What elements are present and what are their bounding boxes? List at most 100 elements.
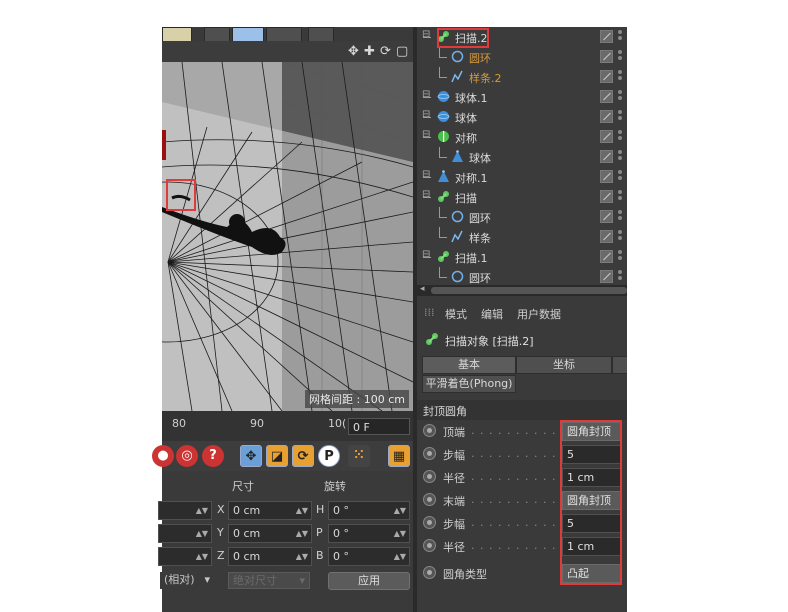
tab-coordinates[interactable]: 坐标 xyxy=(516,356,612,374)
object-row[interactable]: ⊟ 球体.1 xyxy=(417,87,627,107)
render-dots-icon[interactable] xyxy=(618,130,622,144)
size-x-field[interactable]: 0 cm ▲▼ xyxy=(228,501,312,520)
visibility-toggle[interactable] xyxy=(600,90,613,103)
animate-radio[interactable] xyxy=(423,516,436,529)
camera-tool-button[interactable] xyxy=(266,27,302,42)
animate-radio[interactable] xyxy=(423,470,436,483)
object-row[interactable]: 圆环 xyxy=(417,267,627,285)
animate-radio[interactable] xyxy=(423,447,436,460)
render-dots-icon[interactable] xyxy=(618,190,622,204)
help-icon[interactable]: ? xyxy=(202,445,224,467)
render-dots-icon[interactable] xyxy=(618,210,622,224)
visibility-toggle[interactable] xyxy=(600,210,613,223)
tree-expander-icon[interactable]: ⊟ xyxy=(422,249,430,260)
object-row[interactable]: 圆环 xyxy=(417,47,627,67)
tab-more[interactable] xyxy=(612,356,627,374)
visibility-toggle[interactable] xyxy=(600,230,613,243)
render-dots-icon[interactable] xyxy=(618,50,622,64)
rotation-b-field[interactable]: 0 ° ▲▼ xyxy=(328,547,410,566)
size-z-field[interactable]: 0 cm ▲▼ xyxy=(228,547,312,566)
tree-expander-icon[interactable]: ⊟ xyxy=(422,189,430,200)
point-level-icon[interactable]: ⁙ xyxy=(348,445,370,467)
animate-radio[interactable] xyxy=(423,539,436,552)
visibility-toggle[interactable] xyxy=(600,30,613,43)
light-tool-button[interactable] xyxy=(308,27,334,42)
position-x-field[interactable]: ▲▼ xyxy=(158,501,212,520)
rotation-h-field[interactable]: 0 ° ▲▼ xyxy=(328,501,410,520)
current-frame-field[interactable]: 0 F xyxy=(348,418,410,435)
view-layout-button[interactable] xyxy=(232,27,264,42)
tree-expander-icon[interactable]: ⊟ xyxy=(422,89,430,100)
rotate-tool-icon[interactable]: ⟳ xyxy=(292,445,314,467)
tab-basic[interactable]: 基本 xyxy=(422,356,516,374)
visibility-toggle[interactable] xyxy=(600,110,613,123)
toolbar-button[interactable] xyxy=(162,27,192,42)
size-mode-dropdown[interactable]: 绝对尺寸 ▾ xyxy=(228,572,310,589)
render-dots-icon[interactable] xyxy=(618,90,622,104)
object-title-text: 扫描对象 [扫描.2] xyxy=(445,335,534,348)
scale-tool-icon[interactable]: ◪ xyxy=(266,445,288,467)
rotation-axis-label: B xyxy=(316,549,324,562)
film-strip-icon[interactable]: ▦ xyxy=(388,445,410,467)
object-row[interactable]: 球体 xyxy=(417,147,627,167)
object-row[interactable]: ⊟ 扫描.1 xyxy=(417,247,627,267)
record-icon[interactable]: ● xyxy=(152,445,174,467)
3d-viewport[interactable]: 网格间距 : 100 cm xyxy=(162,62,413,411)
move-tool-icon[interactable]: ✥ xyxy=(240,445,262,467)
cube-tool-button[interactable] xyxy=(204,27,230,42)
apply-button[interactable]: 应用 xyxy=(328,572,410,590)
visibility-toggle[interactable] xyxy=(600,50,613,63)
render-dots-icon[interactable] xyxy=(618,230,622,244)
visibility-toggle[interactable] xyxy=(600,70,613,83)
object-row[interactable]: ⊟ 球体 xyxy=(417,107,627,127)
visibility-toggle[interactable] xyxy=(600,170,613,183)
object-manager: ⊟ 扫描.2 圆环 样条.2 ⊟ 球体.1 ⊟ 球体 ⊟ 对称 球体 ⊟ 对称.1 ⊟ 扫描 圆环 样条 ⊟ 扫描.… xyxy=(417,27,627,285)
tree-expander-icon[interactable]: ⊟ xyxy=(422,109,430,120)
visibility-toggle[interactable] xyxy=(600,250,613,263)
object-row[interactable]: ⊟ 扫描 xyxy=(417,187,627,207)
scrollbar-thumb[interactable] xyxy=(431,287,627,294)
auto-key-icon[interactable]: ◎ xyxy=(176,445,198,467)
render-dots-icon[interactable] xyxy=(618,270,622,284)
object-row[interactable]: 样条.2 xyxy=(417,67,627,87)
parameter-key-icon[interactable]: P xyxy=(318,445,340,467)
size-y-field[interactable]: 0 cm ▲▼ xyxy=(228,524,312,543)
tab-phong[interactable]: 平滑着色(Phong) xyxy=(422,375,516,393)
zoom-view-icon[interactable]: ✚ xyxy=(364,44,375,59)
object-row[interactable]: ⊟ 对称.1 xyxy=(417,167,627,187)
render-dots-icon[interactable] xyxy=(618,110,622,124)
position-y-field[interactable]: ▲▼ xyxy=(158,524,212,543)
object-row[interactable]: ⊟ 对称 xyxy=(417,127,627,147)
object-manager-scrollbar[interactable]: ◂ xyxy=(417,284,627,296)
visibility-toggle[interactable] xyxy=(600,270,613,283)
coordinate-mode-dropdown[interactable]: (相对) ▾ xyxy=(160,572,214,589)
render-dots-icon[interactable] xyxy=(618,250,622,264)
object-row[interactable]: 样条 xyxy=(417,227,627,247)
tree-expander-icon[interactable]: ⊟ xyxy=(422,169,430,180)
menu-edit[interactable]: 编辑 xyxy=(481,306,503,322)
tree-expander-icon[interactable]: ⊟ xyxy=(422,29,430,40)
object-row[interactable]: 圆环 xyxy=(417,207,627,227)
position-z-field[interactable]: ▲▼ xyxy=(158,547,212,566)
rotate-view-icon[interactable]: ⟳ xyxy=(380,44,391,59)
move-view-icon[interactable]: ✥ xyxy=(348,44,359,59)
rotation-p-field[interactable]: 0 ° ▲▼ xyxy=(328,524,410,543)
tree-line xyxy=(439,57,447,58)
animate-radio[interactable] xyxy=(423,493,436,506)
menu-mode[interactable]: 模式 xyxy=(445,306,467,322)
visibility-toggle[interactable] xyxy=(600,130,613,143)
animate-radio[interactable] xyxy=(423,424,436,437)
visibility-toggle[interactable] xyxy=(600,190,613,203)
menu-user-data[interactable]: 用户数据 xyxy=(517,306,561,322)
render-dots-icon[interactable] xyxy=(618,30,622,44)
attribute-label: 步幅 xyxy=(443,449,465,462)
render-dots-icon[interactable] xyxy=(618,170,622,184)
animate-radio[interactable] xyxy=(423,566,436,579)
visibility-toggle[interactable] xyxy=(600,150,613,163)
render-dots-icon[interactable] xyxy=(618,150,622,164)
tree-expander-icon[interactable]: ⊟ xyxy=(422,129,430,140)
render-dots-icon[interactable] xyxy=(618,70,622,84)
object-name: 圆环 xyxy=(469,212,491,225)
scroll-left-icon[interactable]: ◂ xyxy=(420,284,425,294)
maximize-view-icon[interactable]: ▢ xyxy=(396,44,408,59)
